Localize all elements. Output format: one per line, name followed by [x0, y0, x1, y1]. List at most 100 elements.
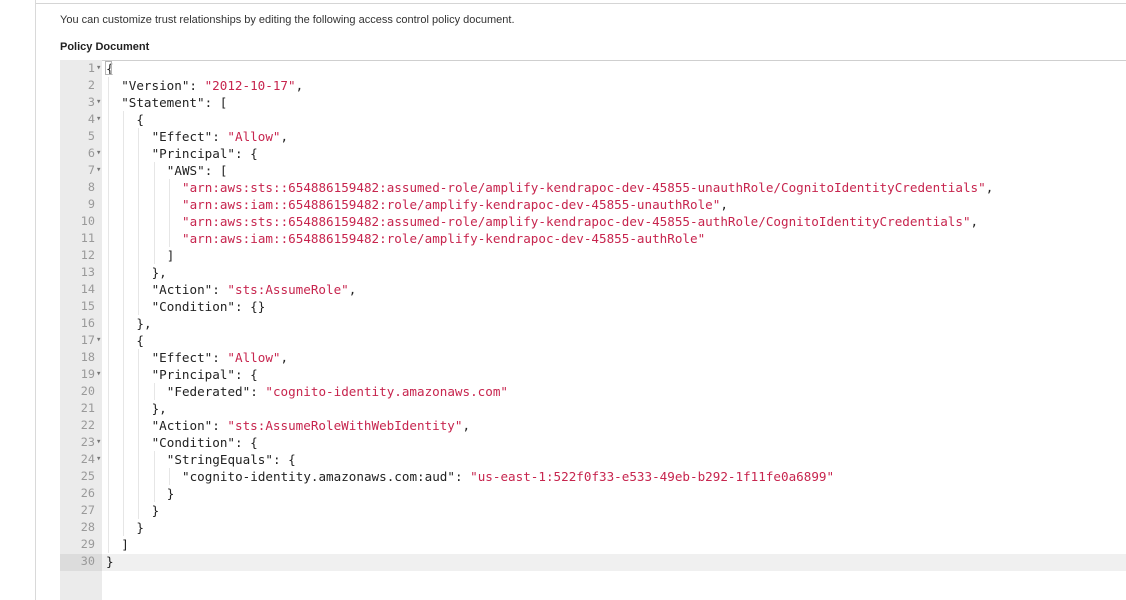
code-line[interactable]: 8 "arn:aws:sts::654886159482:assumed-role…: [60, 179, 1126, 196]
code-token: }: [151, 503, 160, 518]
code-token: ,: [720, 197, 728, 212]
code-lines[interactable]: 1 ▾{2 "Version": "2012-10-17", 3 ▾ "Statement…: [60, 60, 1126, 570]
code-line[interactable]: 30}: [60, 553, 1126, 570]
code-line[interactable]: 11 "arn:aws:iam::654886159482:role/amplif…: [60, 230, 1126, 247]
indent-guide: [108, 94, 109, 111]
policy-document-editor[interactable]: 1 ▾{2 "Version": "2012-10-17", 3 ▾ "Statement…: [60, 60, 1126, 600]
fold-toggle-icon[interactable]: ▾: [96, 145, 103, 162]
indent-guide: [108, 111, 109, 128]
indent-guide: [138, 366, 140, 383]
indent-guide: [138, 400, 140, 417]
code-text: "Effect": "Allow",: [152, 349, 289, 366]
code-line[interactable]: 18 "Effect": "Allow",: [60, 349, 1126, 366]
indent-guide: [138, 179, 140, 196]
indent-guide: [153, 451, 155, 468]
code-line[interactable]: 24 ▾ "StringEquals": {: [60, 451, 1126, 468]
code-line[interactable]: 28}: [60, 519, 1126, 536]
code-line[interactable]: 20 "Federated": "cognito-identity.amazona…: [60, 383, 1126, 400]
indent-guide: [168, 179, 170, 196]
fold-toggle-icon[interactable]: ▾: [96, 60, 103, 77]
line-number: 25: [80, 469, 95, 483]
code-line[interactable]: 27}: [60, 502, 1126, 519]
indent-guide: [153, 485, 155, 502]
fold-toggle-icon[interactable]: ▾: [96, 111, 103, 128]
code-line[interactable]: 29]: [60, 536, 1126, 553]
indent-guide: [138, 349, 140, 366]
code-text: "Principal": {: [152, 366, 258, 383]
fold-toggle-icon[interactable]: ▾: [96, 162, 103, 179]
indent-guide: [108, 128, 109, 145]
code-text: },: [152, 264, 167, 281]
code-line[interactable]: 3 ▾ "Statement": [: [60, 94, 1126, 111]
code-line[interactable]: 6 ▾ "Principal": {: [60, 145, 1126, 162]
indent-guide: [108, 162, 109, 179]
code-line[interactable]: 12]: [60, 247, 1126, 264]
code-line[interactable]: 25 "cognito-identity.amazonaws.com:aud": …: [60, 468, 1126, 485]
line-number: 4: [87, 112, 95, 126]
code-text: "arn:aws:sts::654886159482:assumed-role/…: [182, 179, 993, 196]
line-number: 30: [80, 554, 95, 568]
code-token: "Action":: [151, 418, 228, 433]
code-line[interactable]: 13},: [60, 264, 1126, 281]
line-number: 1: [87, 61, 95, 75]
code-line[interactable]: 19 ▾ "Principal": {: [60, 366, 1126, 383]
code-token: },: [151, 265, 167, 280]
indent-guide: [153, 213, 155, 230]
code-text: "Federated": "cognito-identity.amazonaws…: [167, 383, 508, 400]
code-line[interactable]: 14 "Action": "sts:AssumeRole",: [60, 281, 1126, 298]
code-line[interactable]: 5 "Effect": "Allow",: [60, 128, 1126, 145]
string-token: "arn:aws:sts::654886159482:assumed-role/…: [182, 180, 986, 195]
fold-toggle-icon[interactable]: ▾: [96, 94, 103, 111]
line-number: 3: [87, 95, 95, 109]
fold-toggle-icon[interactable]: ▾: [96, 451, 103, 468]
code-line[interactable]: 1 ▾{: [60, 60, 1126, 77]
code-token: "Statement": [: [121, 95, 228, 110]
line-number: 17: [80, 333, 95, 347]
indent-guide: [138, 196, 140, 213]
code-line[interactable]: 9 "arn:aws:iam::654886159482:role/amplify…: [60, 196, 1126, 213]
code-line[interactable]: 17 ▾ {: [60, 332, 1126, 349]
line-number: 24: [80, 452, 95, 466]
code-token: "StringEquals": {: [166, 452, 296, 467]
code-text: "arn:aws:iam::654886159482:role/amplify-…: [182, 196, 728, 213]
code-line[interactable]: 26}: [60, 485, 1126, 502]
code-text: "arn:aws:sts::654886159482:assumed-role/…: [182, 213, 978, 230]
indent-guide: [108, 451, 109, 468]
code-text: }: [106, 553, 114, 570]
code-line[interactable]: 15 "Condition": {}: [60, 298, 1126, 315]
code-token: ]: [121, 537, 129, 552]
indent-guide: [123, 128, 125, 145]
indent-guide: [108, 417, 109, 434]
code-line[interactable]: 10 "arn:aws:sts::654886159482:assumed-rol…: [60, 213, 1126, 230]
indent-guide: [138, 213, 140, 230]
indent-guide: [108, 145, 109, 162]
fold-toggle-icon[interactable]: ▾: [96, 366, 103, 383]
code-text: {: [136, 111, 144, 128]
indent-guide: [123, 298, 125, 315]
indent-guide: [123, 196, 125, 213]
code-line[interactable]: 4 ▾ {: [60, 111, 1126, 128]
code-token: ,: [280, 350, 289, 365]
code-line[interactable]: 21},: [60, 400, 1126, 417]
indent-guide: [123, 179, 125, 196]
fold-toggle-icon[interactable]: ▾: [96, 332, 103, 349]
indent-guide: [108, 213, 109, 230]
code-line[interactable]: 23 ▾ "Condition": {: [60, 434, 1126, 451]
code-line[interactable]: 22 "Action": "sts:AssumeRoleWithWebIdenti…: [60, 417, 1126, 434]
code-line[interactable]: 2 "Version": "2012-10-17",: [60, 77, 1126, 94]
indent-guide: [123, 468, 125, 485]
fold-toggle-icon[interactable]: ▾: [96, 434, 103, 451]
indent-guide: [138, 264, 140, 281]
indent-guide: [108, 383, 109, 400]
indent-guide: [138, 281, 140, 298]
trust-relationship-description: You can customize trust relationships by…: [60, 14, 515, 26]
line-number: 16: [80, 316, 95, 330]
line-number: 20: [80, 384, 95, 398]
code-text: "Principal": {: [152, 145, 258, 162]
line-number: 9: [87, 197, 95, 211]
code-line[interactable]: 16},: [60, 315, 1126, 332]
code-line[interactable]: 7 ▾ "AWS": [: [60, 162, 1126, 179]
line-number: 6: [87, 146, 95, 160]
indent-guide: [108, 502, 109, 519]
indent-guide: [153, 383, 155, 400]
